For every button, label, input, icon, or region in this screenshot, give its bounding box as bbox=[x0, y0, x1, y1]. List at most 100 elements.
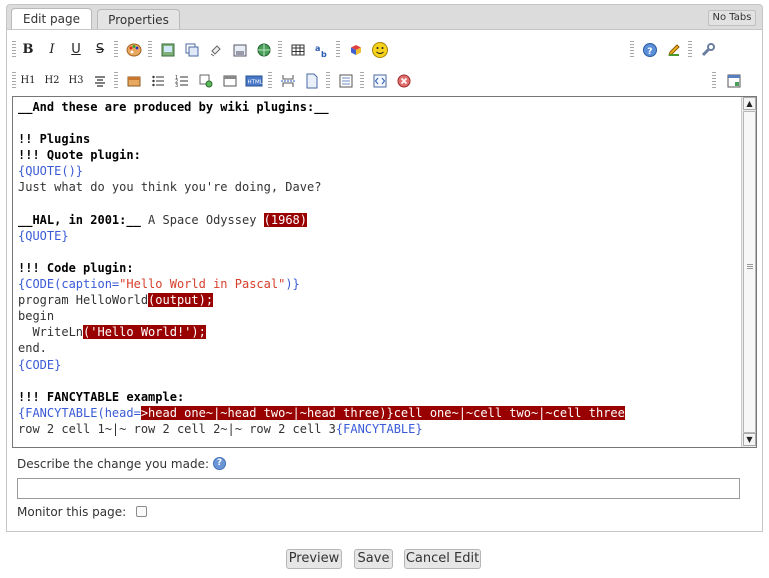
source-token: A Space Odyssey bbox=[140, 212, 264, 227]
copy-button[interactable] bbox=[182, 40, 202, 60]
code-button[interactable] bbox=[370, 71, 390, 91]
source-token: (output); bbox=[148, 293, 214, 308]
toolbar-separator bbox=[114, 72, 118, 90]
toolbar-separator bbox=[278, 41, 282, 59]
help-button[interactable]: ? bbox=[640, 40, 660, 60]
cancel-edit-button[interactable]: Cancel Edit bbox=[404, 549, 481, 569]
link-button[interactable] bbox=[254, 40, 274, 60]
source-token: )} bbox=[285, 277, 300, 292]
source-line: {QUOTE} bbox=[18, 228, 733, 244]
numbered-list-button[interactable]: 123 bbox=[172, 71, 192, 91]
describe-help-icon[interactable]: ? bbox=[213, 457, 226, 470]
globe-icon bbox=[257, 43, 271, 57]
wrench-icon bbox=[701, 43, 715, 57]
wiki-source-content: __And these are produced by wiki plugins… bbox=[18, 99, 733, 437]
source-token: {CODE(caption= bbox=[18, 277, 120, 292]
wiki-source-textarea[interactable]: __And these are produced by wiki plugins… bbox=[12, 96, 757, 448]
source-line bbox=[18, 244, 733, 260]
source-token: program HelloWorld bbox=[18, 293, 149, 308]
tab-edit-page[interactable]: Edit page bbox=[11, 8, 92, 31]
delete-icon bbox=[397, 74, 411, 88]
bold-button[interactable]: B bbox=[18, 40, 38, 60]
source-token: {FANCYTABLE} bbox=[335, 421, 423, 436]
source-token: !!! Code plugin: bbox=[18, 260, 134, 275]
align-center-button[interactable] bbox=[90, 71, 110, 91]
smiley-button[interactable] bbox=[370, 40, 390, 60]
toolbar-separator bbox=[712, 72, 716, 90]
toolbar-separator bbox=[326, 72, 330, 90]
source-line: !! Plugins bbox=[18, 131, 733, 147]
tab-properties[interactable]: Properties bbox=[97, 9, 180, 31]
box-button[interactable] bbox=[124, 71, 144, 91]
template-button[interactable] bbox=[336, 71, 356, 91]
no-tabs-button[interactable]: No Tabs bbox=[708, 10, 756, 26]
describe-change-input[interactable] bbox=[17, 478, 740, 499]
sort-icon: ab bbox=[315, 44, 327, 59]
scroll-up-icon[interactable]: ▲ bbox=[743, 97, 756, 110]
source-token: end. bbox=[18, 341, 47, 356]
source-token: "Hello World in Pascal" bbox=[119, 277, 286, 292]
monitor-page-checkbox[interactable] bbox=[136, 506, 147, 517]
scroll-thumb[interactable] bbox=[743, 111, 756, 433]
html-button[interactable]: HTML bbox=[244, 71, 264, 91]
page-break-icon bbox=[281, 75, 295, 87]
toolbar-separator bbox=[114, 41, 118, 59]
heading2-button[interactable]: H2 bbox=[42, 71, 62, 91]
toolbar-separator bbox=[688, 41, 692, 59]
describe-change-label: Describe the change you made: bbox=[17, 457, 209, 471]
svg-text:a: a bbox=[315, 44, 320, 53]
insert-image-button[interactable] bbox=[158, 40, 178, 60]
source-token: __And these are produced by wiki plugins… bbox=[18, 100, 329, 114]
plugin-button[interactable] bbox=[346, 40, 366, 60]
edit-pencil-button[interactable] bbox=[664, 40, 684, 60]
save-disk-button[interactable] bbox=[230, 40, 250, 60]
bullet-list-button[interactable] bbox=[148, 71, 168, 91]
box-icon bbox=[127, 76, 141, 87]
svg-text:HTML: HTML bbox=[248, 80, 264, 86]
smiley-icon bbox=[372, 42, 388, 58]
source-line: end. bbox=[18, 340, 733, 356]
source-line: !!! Quote plugin: bbox=[18, 147, 733, 163]
insert-table-button[interactable] bbox=[288, 40, 308, 60]
save-button[interactable]: Save bbox=[354, 549, 393, 569]
editor-scrollbar[interactable]: ▲ ▼ bbox=[741, 97, 756, 447]
heading1-button[interactable]: H1 bbox=[18, 71, 38, 91]
svg-text:3: 3 bbox=[175, 83, 178, 89]
scroll-grip-icon bbox=[747, 264, 753, 270]
attach-button[interactable] bbox=[206, 40, 226, 60]
source-token: {QUOTE()} bbox=[18, 164, 84, 179]
toolbar-separator bbox=[148, 41, 152, 59]
source-token: begin bbox=[18, 309, 55, 324]
toolbar-grip bbox=[12, 72, 16, 90]
delete-button[interactable] bbox=[394, 71, 414, 91]
strikethrough-button[interactable]: S bbox=[90, 40, 110, 60]
preview-button[interactable]: Preview bbox=[286, 549, 342, 569]
toolbar-separator bbox=[360, 72, 364, 90]
code-icon bbox=[373, 74, 387, 88]
toolbar-separator bbox=[268, 72, 272, 90]
source-token: row 2 cell 1~|~ row 2 cell 2~|~ row 2 ce… bbox=[18, 421, 336, 436]
fullscreen-button[interactable] bbox=[724, 71, 744, 91]
heading3-button[interactable]: H3 bbox=[66, 71, 86, 91]
toolbar-row-1: B I U S ab ? bbox=[12, 37, 757, 67]
new-page-button[interactable] bbox=[302, 71, 322, 91]
source-line: {QUOTE()} bbox=[18, 163, 733, 179]
toolbar-grip bbox=[12, 41, 16, 59]
box-frame-button[interactable] bbox=[220, 71, 240, 91]
svg-text:b: b bbox=[321, 50, 327, 58]
tab-strip: Edit page Properties No Tabs bbox=[6, 4, 763, 31]
scroll-down-icon[interactable]: ▼ bbox=[743, 433, 756, 446]
find-replace-button[interactable] bbox=[196, 71, 216, 91]
source-line: row 2 cell 1~|~ row 2 cell 2~|~ row 2 ce… bbox=[18, 421, 733, 437]
help-icon: ? bbox=[643, 43, 657, 57]
italic-button[interactable]: I bbox=[42, 40, 62, 60]
admin-toolbars-button[interactable] bbox=[698, 40, 718, 60]
page-break-button[interactable] bbox=[278, 71, 298, 91]
underline-button[interactable]: U bbox=[66, 40, 86, 60]
color-palette-button[interactable] bbox=[124, 40, 144, 60]
numbered-list-icon: 123 bbox=[175, 75, 188, 89]
source-line: begin bbox=[18, 308, 733, 324]
sort-button[interactable]: ab bbox=[312, 40, 332, 60]
source-token: !! Plugins bbox=[18, 132, 91, 147]
source-token: WriteLn bbox=[18, 325, 84, 340]
